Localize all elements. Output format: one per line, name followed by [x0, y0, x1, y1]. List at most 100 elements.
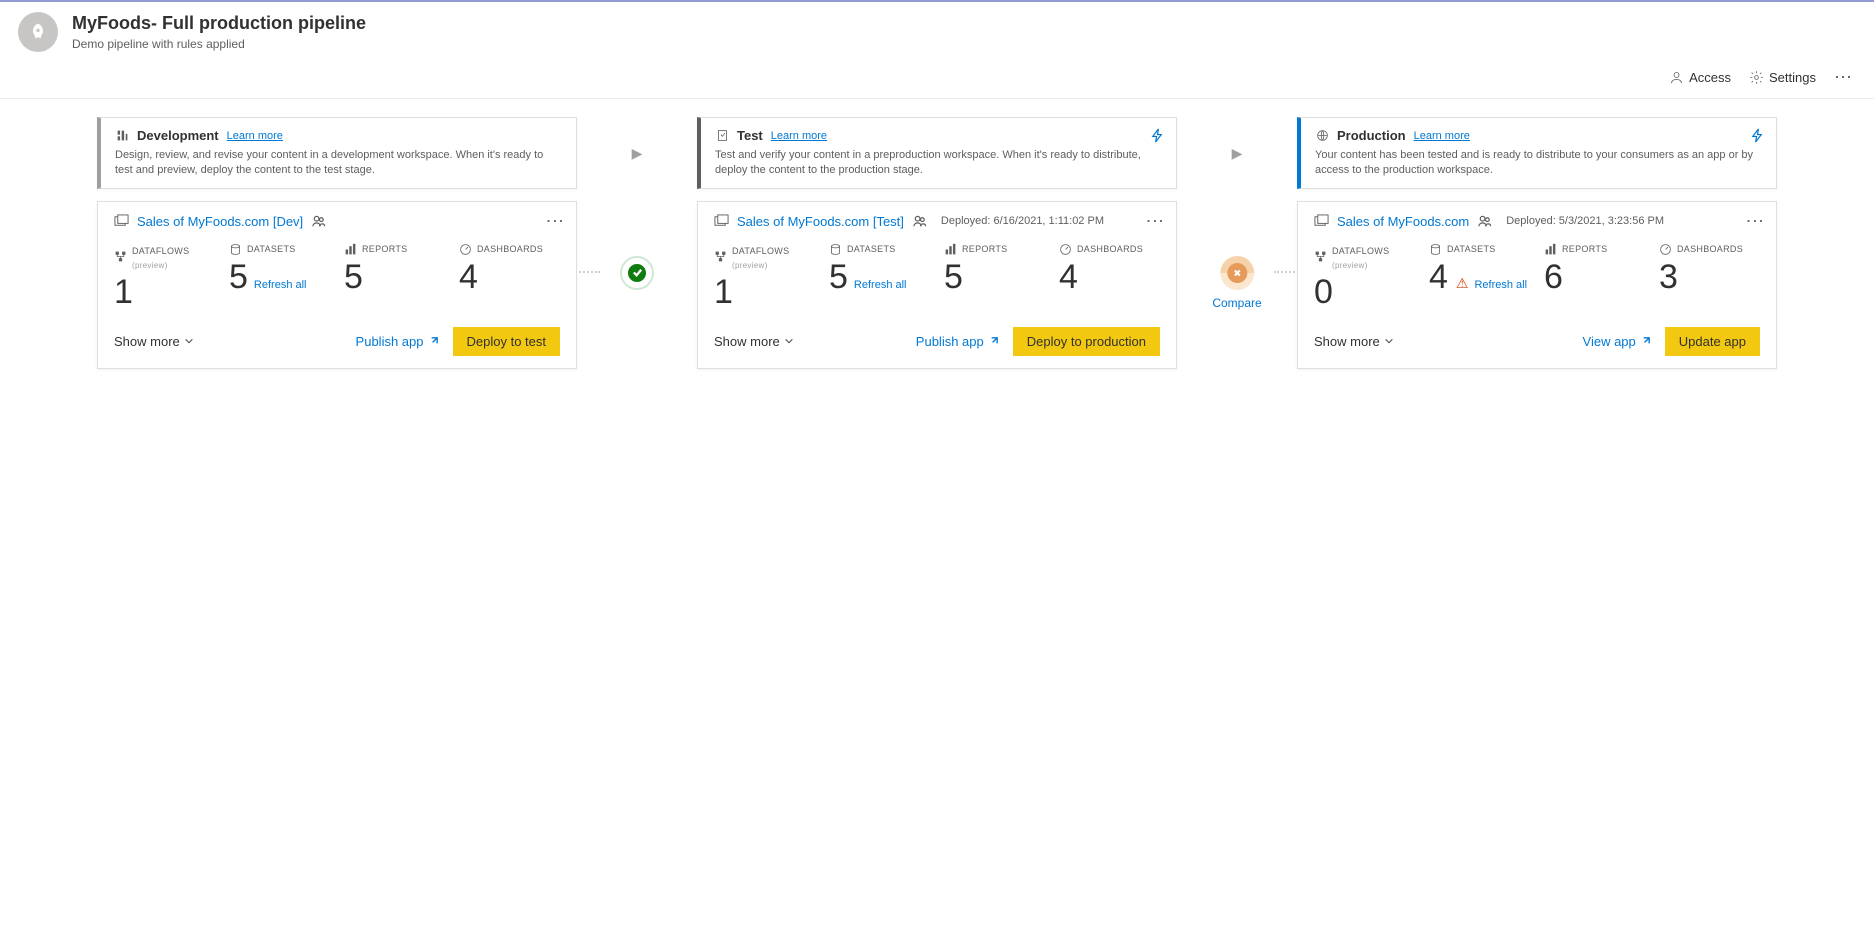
link-label: Publish app	[356, 334, 424, 349]
workspace-icon	[714, 214, 729, 229]
external-link-icon	[1640, 336, 1651, 347]
metric-reports: REPORTS 5	[344, 243, 445, 309]
show-more-button[interactable]: Show more	[714, 334, 794, 349]
workspace-access-icon[interactable]	[912, 214, 927, 229]
refresh-all-link[interactable]: Refresh all	[854, 279, 907, 291]
publish-app-link[interactable]: Publish app	[916, 334, 999, 349]
datasets-icon	[229, 243, 242, 256]
refresh-all-link[interactable]: Refresh all	[1474, 279, 1527, 291]
link-label: Publish app	[916, 334, 984, 349]
workspace-link[interactable]: Sales of MyFoods.com	[1337, 214, 1469, 229]
page-toolbar: Access Settings ⋯	[0, 60, 1874, 99]
metric-value: 0	[1314, 275, 1333, 309]
metric-dashboards: DASHBOARDS 3	[1659, 243, 1760, 309]
show-more-button[interactable]: Show more	[114, 334, 194, 349]
datasets-icon	[829, 243, 842, 256]
deployment-rules-icon[interactable]	[1750, 128, 1766, 144]
warning-icon: ⚠	[1456, 275, 1469, 292]
metric-label: DASHBOARDS	[1677, 244, 1743, 254]
metric-value: 4	[459, 260, 478, 294]
publish-app-link[interactable]: Publish app	[356, 334, 439, 349]
deployment-rules-icon[interactable]	[1150, 128, 1166, 144]
page-header: MyFoods- Full production pipeline Demo p…	[0, 0, 1874, 60]
production-icon	[1315, 129, 1329, 143]
deploy-to-test-button[interactable]: Deploy to test	[453, 327, 561, 356]
metric-dataflows: DATAFLOWS (preview) 0	[1314, 243, 1415, 309]
learn-more-link[interactable]: Learn more	[1414, 130, 1470, 142]
reports-icon	[1544, 243, 1557, 256]
metric-value: 4	[1059, 260, 1078, 294]
deployed-timestamp: Deployed: 6/16/2021, 1:11:02 PM	[941, 215, 1104, 227]
metric-label: DATASETS	[847, 244, 896, 254]
chevron-down-icon	[184, 336, 194, 346]
dataflows-icon	[114, 250, 127, 263]
workspace-link[interactable]: Sales of MyFoods.com [Test]	[737, 214, 904, 229]
stage-header-development: Development Learn more Design, review, a…	[97, 117, 577, 189]
show-more-label: Show more	[714, 334, 780, 349]
settings-button[interactable]: Settings	[1749, 70, 1816, 85]
metric-dashboards: DASHBOARDS 4	[1059, 243, 1160, 309]
metric-reports: REPORTS 6	[1544, 243, 1645, 309]
compare-status-diff-icon[interactable]	[1220, 256, 1254, 290]
learn-more-link[interactable]: Learn more	[227, 130, 283, 142]
metric-datasets: DATASETS 5 Refresh all	[229, 243, 330, 309]
metric-label: DATAFLOWS	[1332, 246, 1389, 256]
workspace-link[interactable]: Sales of MyFoods.com [Dev]	[137, 214, 303, 229]
metric-sublabel: (preview)	[1332, 261, 1368, 270]
metric-value: 1	[114, 275, 133, 309]
metric-label: DATASETS	[1447, 244, 1496, 254]
metric-label: REPORTS	[962, 244, 1007, 254]
metric-label: REPORTS	[1562, 244, 1607, 254]
view-app-link[interactable]: View app	[1583, 334, 1651, 349]
dashboards-icon	[1059, 243, 1072, 256]
card-more-icon[interactable]: ⋮	[1746, 212, 1764, 233]
page-title: MyFoods- Full production pipeline	[72, 13, 366, 35]
dashboards-icon	[1659, 243, 1672, 256]
workspace-card: Sales of MyFoods.com [Test] Deployed: 6/…	[697, 201, 1177, 369]
stage-description: Design, review, and revise your content …	[115, 148, 562, 178]
metric-datasets: DATASETS 4 ⚠ Refresh all	[1429, 243, 1530, 309]
metric-label: DATAFLOWS	[732, 246, 789, 256]
stage-header-test: Test Learn more Test and verify your con…	[697, 117, 1177, 189]
metric-datasets: DATASETS 5 Refresh all	[829, 243, 930, 309]
more-options-button[interactable]: ⋯	[1834, 68, 1854, 86]
stage-title: Production	[1337, 128, 1406, 143]
card-more-icon[interactable]: ⋮	[1146, 212, 1164, 233]
chevron-right-icon: ▶	[632, 145, 643, 162]
metric-label: DATASETS	[247, 244, 296, 254]
metric-label: REPORTS	[362, 244, 407, 254]
metric-reports: REPORTS 5	[944, 243, 1045, 309]
metric-value: 5	[344, 260, 363, 294]
external-link-icon	[428, 336, 439, 347]
metric-sublabel: (preview)	[132, 261, 168, 270]
update-app-button[interactable]: Update app	[1665, 327, 1760, 356]
compare-link[interactable]: Compare	[1212, 296, 1261, 310]
reports-icon	[344, 243, 357, 256]
metric-value: 5	[829, 260, 848, 294]
access-button[interactable]: Access	[1669, 70, 1731, 85]
workspace-access-icon[interactable]	[1477, 214, 1492, 229]
workspace-access-icon[interactable]	[311, 214, 326, 229]
stage-title: Development	[137, 128, 219, 143]
settings-label: Settings	[1769, 70, 1816, 85]
card-more-icon[interactable]: ⋮	[546, 212, 564, 233]
show-more-button[interactable]: Show more	[1314, 334, 1394, 349]
reports-icon	[944, 243, 957, 256]
compare-status-ok-icon[interactable]	[620, 256, 654, 290]
learn-more-link[interactable]: Learn more	[771, 130, 827, 142]
compare-gap-2: Compare	[1177, 201, 1297, 369]
workspace-card-dev: Sales of MyFoods.com [Dev] ⋮ DATAFLOWS (…	[97, 201, 577, 369]
metric-dashboards: DASHBOARDS 4	[459, 243, 560, 309]
dashboards-icon	[459, 243, 472, 256]
workspace-card-prod: Sales of MyFoods.com Deployed: 5/3/2021,…	[1297, 201, 1777, 369]
deploy-to-production-button[interactable]: Deploy to production	[1013, 327, 1160, 356]
external-link-icon	[988, 336, 999, 347]
page-subtitle: Demo pipeline with rules applied	[72, 37, 366, 51]
show-more-label: Show more	[1314, 334, 1380, 349]
datasets-icon	[1429, 243, 1442, 256]
metric-value: 3	[1659, 260, 1678, 294]
link-label: View app	[1583, 334, 1636, 349]
stage-description: Test and verify your content in a prepro…	[715, 148, 1162, 178]
refresh-all-link[interactable]: Refresh all	[254, 279, 307, 291]
metric-label: DASHBOARDS	[1077, 244, 1143, 254]
